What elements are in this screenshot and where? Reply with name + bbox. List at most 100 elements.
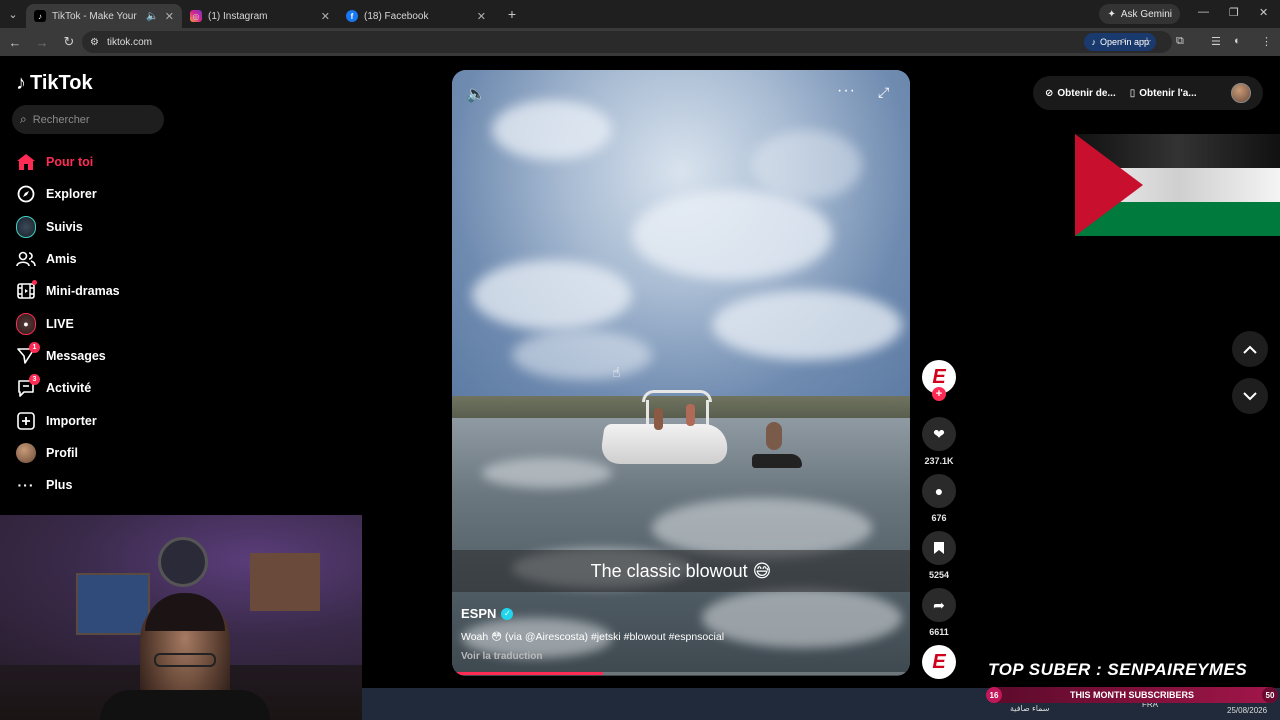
bookmark-icon[interactable] [922, 531, 956, 565]
share-action[interactable]: ➦ 6611 [922, 588, 956, 637]
heart-icon[interactable]: ❤ [922, 417, 956, 451]
more-options-icon[interactable]: ··· [837, 82, 856, 100]
friends-icon [16, 249, 36, 269]
extensions-icon[interactable]: ⧉ [1176, 35, 1184, 48]
author-name[interactable]: ESPN [461, 606, 496, 621]
search-box[interactable]: ⌕ [12, 105, 164, 134]
top-suber-banner: TOP SUBER : SENPAIREYMES [988, 660, 1248, 679]
sidebar-item-plus[interactable]: ··· Plus [16, 469, 216, 501]
music-disc[interactable]: E [922, 645, 956, 679]
espn-logo-icon: E [932, 365, 946, 388]
weather-text[interactable]: سماء صافية [1010, 704, 1050, 713]
menu-kebab-icon[interactable]: ⋮ [1261, 35, 1272, 48]
sidebar-item-label: Activité [46, 381, 92, 396]
close-icon[interactable]: ✕ [321, 10, 330, 23]
boat [599, 390, 742, 468]
comment-action[interactable]: ● 676 [922, 474, 956, 523]
sidebar-item-importer[interactable]: Importer [16, 404, 216, 436]
sidebar-item-label: Explorer [46, 187, 97, 202]
clock-date: 25/08/2026 [1227, 706, 1268, 715]
close-icon[interactable]: ✕ [165, 10, 174, 23]
translate-link[interactable]: Voir la traduction [461, 651, 543, 662]
like-count: 237.1K [924, 456, 954, 466]
send-icon: 1 [16, 341, 40, 366]
previous-video-button[interactable] [1232, 331, 1268, 367]
fullscreen-icon[interactable]: ⤢ [878, 84, 889, 101]
sidebar-item-explorer[interactable]: Explorer [16, 178, 216, 210]
jetski [752, 454, 802, 468]
activity-badge: 3 [29, 374, 40, 386]
espn-logo-icon: E [932, 650, 946, 673]
user-avatar[interactable] [1231, 83, 1251, 103]
search-icon: ⌕ [20, 112, 27, 126]
glasses [154, 653, 216, 667]
get-coins-label: Obtenir de... [1057, 87, 1116, 99]
hand-cursor-icon: ☝ [612, 364, 621, 380]
sidebar-item-messages[interactable]: 1 Messages [16, 340, 216, 372]
sidebar-item-profil[interactable]: Profil [16, 437, 216, 469]
next-video-button[interactable] [1232, 378, 1268, 414]
new-tab-button[interactable]: + [500, 6, 524, 22]
sidebar-item-suivis[interactable]: Suivis [16, 211, 216, 243]
video-player[interactable]: 🔈 ··· ⤢ The classic blowout 😅 ESPN ✓ Woa… [452, 70, 910, 676]
tiktok-logo[interactable]: ♪ TikTok [16, 72, 93, 95]
maximize-button[interactable]: ❐ [1229, 6, 1239, 19]
messages-badge: 1 [29, 341, 40, 353]
site-info-icon[interactable]: ⚙ [90, 37, 99, 48]
speaker-icon[interactable]: 🔈 [466, 84, 486, 104]
reading-list-icon[interactable]: ☰ [1211, 35, 1221, 48]
ask-gemini-button[interactable]: ✦ Ask Gemini [1099, 4, 1180, 24]
tab-facebook[interactable]: f (18) Facebook ✕ [338, 4, 494, 28]
sidebar-item-amis[interactable]: Amis [16, 243, 216, 275]
save-action[interactable]: 5254 [922, 531, 956, 580]
instagram-icon: ◎ [190, 10, 202, 22]
window-close-button[interactable]: ✕ [1259, 6, 1268, 19]
zoom-icon[interactable]: ⌕ [1120, 35, 1126, 48]
sidebar-item-activite[interactable]: 3 Activité [16, 372, 216, 404]
sidebar-item-live[interactable]: ● LIVE [16, 307, 216, 339]
sidebar-item-mini-dramas[interactable]: Mini-dramas [16, 275, 216, 307]
bookmark-star-icon[interactable]: ☆ [1142, 35, 1152, 48]
sidebar-item-label: Mini-dramas [46, 284, 120, 299]
speaker-icon[interactable]: 🔈 [146, 11, 158, 22]
tiktok-icon: ♪ [34, 10, 46, 22]
get-app-button[interactable]: ▯ Obtenir l'a... [1130, 88, 1197, 99]
comment-count: 676 [931, 513, 947, 523]
like-action[interactable]: ❤ 237.1K [922, 417, 956, 466]
tab-search-button[interactable]: ⌄ [0, 0, 26, 28]
comment-icon[interactable]: ● [922, 474, 956, 508]
search-input[interactable] [32, 113, 148, 126]
subscribers-goal-bar: 16 THIS MONTH SUBSCRIBERS 50 [986, 687, 1278, 703]
get-coins-button[interactable]: ⊘ Obtenir de... [1045, 88, 1116, 99]
reload-button[interactable]: ↻ [57, 34, 81, 50]
forward-button[interactable]: → [30, 35, 54, 50]
subs-label: THIS MONTH SUBSCRIBERS [1069, 690, 1194, 700]
follow-button[interactable]: + [932, 387, 946, 401]
logo-text: TikTok [30, 72, 93, 94]
tiktok-icon: ♪ [1091, 37, 1096, 47]
profile-icon[interactable]: ◐ [1234, 35, 1241, 47]
close-icon[interactable]: ✕ [477, 10, 486, 23]
minimize-button[interactable]: — [1198, 6, 1209, 18]
phone-icon: ▯ [1129, 87, 1136, 99]
share-arrow-icon[interactable]: ➦ [922, 588, 956, 622]
webcam-feed [0, 515, 362, 720]
plus-square-icon [16, 411, 36, 431]
tab-tiktok[interactable]: ♪ TikTok - Make Your Day 🔈 ✕ [26, 4, 182, 28]
browser-tab-bar: ⌄ ♪ TikTok - Make Your Day 🔈 ✕ ◎ (1) Ins… [0, 0, 1280, 28]
tab-instagram[interactable]: ◎ (1) Instagram ✕ [182, 4, 338, 28]
tab-title: (1) Instagram [208, 10, 268, 22]
sidebar-item-label: Profil [46, 445, 78, 460]
notification-dot [32, 280, 37, 286]
video-progress-bar[interactable] [452, 672, 910, 675]
address-bar[interactable]: ⚙ tiktok.com [82, 31, 1172, 53]
compass-icon [16, 184, 36, 204]
screen: ⌄ ♪ TikTok - Make Your Day 🔈 ✕ ◎ (1) Ins… [0, 0, 1280, 720]
sidebar-item-label: Importer [46, 413, 97, 428]
video-author[interactable]: ESPN ✓ [461, 606, 514, 621]
sidebar-item-pour-toi[interactable]: Pour toi [16, 146, 216, 178]
sidebar-item-label: Plus [46, 478, 73, 493]
wall-poster [76, 573, 150, 635]
back-button[interactable]: ← [3, 35, 27, 50]
subs-current: 16 [986, 687, 1002, 703]
